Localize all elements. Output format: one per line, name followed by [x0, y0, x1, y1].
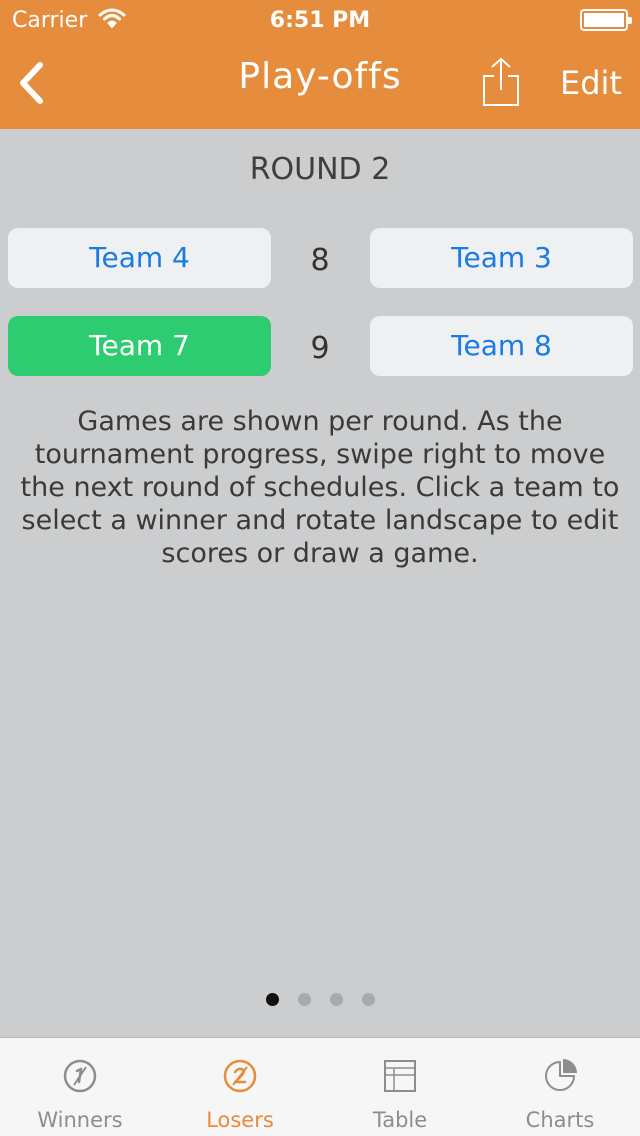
team-button-team-4[interactable]: Team 4	[8, 228, 271, 288]
battery-icon	[580, 9, 632, 31]
chevron-left-icon	[20, 62, 43, 104]
losers-icon	[223, 1059, 257, 1093]
share-button[interactable]	[478, 56, 524, 108]
page-title: Play-offs	[238, 56, 402, 97]
tab-label: Winners	[37, 1108, 123, 1132]
team-button-team-8[interactable]: Team 8	[370, 316, 633, 376]
round-title: ROUND 2	[249, 152, 391, 187]
share-icon	[483, 57, 519, 106]
tab-charts[interactable]: Charts	[480, 1038, 640, 1136]
status-bar: Carrier 6:51 PM	[0, 0, 640, 40]
instructions-text: Games are shown per round. As the tourna…	[20, 406, 620, 569]
page-dot-active[interactable]	[265, 993, 279, 1006]
tab-label: Table	[372, 1108, 428, 1132]
tab-table[interactable]: Table	[320, 1038, 480, 1136]
tab-label: Losers	[206, 1108, 274, 1132]
table-icon	[384, 1060, 416, 1092]
navigation-header: Carrier 6:51 PM Play-offs Edit	[0, 0, 640, 129]
winners-icon	[63, 1059, 97, 1093]
match-score: 8	[310, 243, 330, 278]
clock: 6:51 PM	[269, 8, 371, 33]
edit-button[interactable]: Edit	[560, 64, 622, 102]
tab-bar: Winners Losers Table Charts	[0, 1037, 640, 1136]
team-button-team-7-winner[interactable]: Team 7	[8, 316, 271, 376]
tab-losers[interactable]: Losers	[160, 1038, 320, 1136]
pie-chart-icon	[545, 1059, 577, 1091]
match-score: 9	[310, 331, 330, 366]
page-control[interactable]	[0, 993, 640, 1006]
team-button-team-3[interactable]: Team 3	[370, 228, 633, 288]
tab-winners[interactable]: Winners	[0, 1038, 160, 1136]
page-dot[interactable]	[361, 993, 375, 1006]
tab-label: Charts	[525, 1108, 595, 1132]
back-button[interactable]	[10, 55, 60, 111]
page-dot[interactable]	[329, 993, 343, 1006]
page-dot[interactable]	[297, 993, 311, 1006]
